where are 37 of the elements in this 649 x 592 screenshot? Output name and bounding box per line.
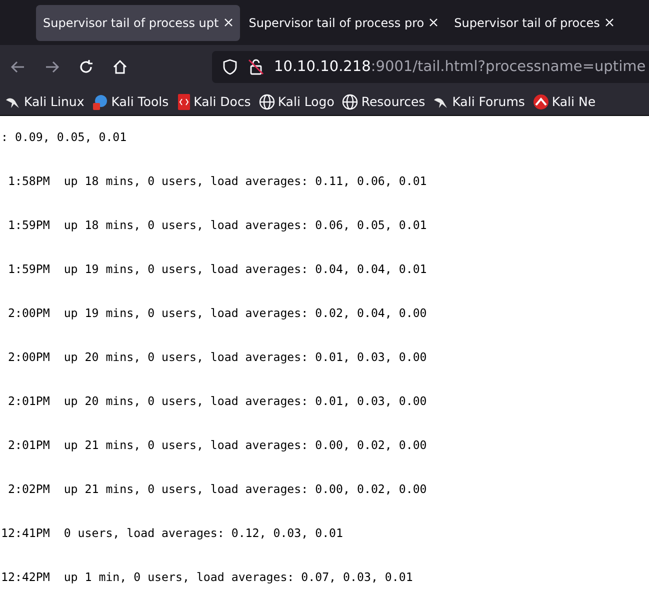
bookmark[interactable]: Resources bbox=[341, 94, 426, 110]
book-icon bbox=[176, 94, 191, 110]
bookmark[interactable]: Kali Docs bbox=[176, 94, 252, 110]
close-icon[interactable] bbox=[604, 18, 614, 27]
forward-arrow-icon[interactable] bbox=[44, 58, 60, 74]
log-line: 1:59PM up 19 mins, 0 users, load averages: 0.04, 0.04, 0.01 bbox=[6, 262, 427, 276]
browser-tab[interactable]: Supervisor tail of process upt bbox=[36, 4, 240, 40]
home-icon[interactable] bbox=[112, 58, 128, 74]
log-line: : 0.09, 0.05, 0.01 bbox=[1, 130, 127, 144]
log-line: 2:01PM up 20 mins, 0 users, load averages: 0.01, 0.03, 0.00 bbox=[6, 394, 427, 408]
log-line: 1:59PM up 18 mins, 0 users, load averages: 0.06, 0.05, 0.01 bbox=[6, 218, 427, 232]
log-line: 2:00PM up 20 mins, 0 users, load averages: 0.01, 0.03, 0.00 bbox=[6, 350, 427, 364]
log-line: 2:00PM up 19 mins, 0 users, load averages: 0.02, 0.04, 0.00 bbox=[6, 306, 427, 320]
shield-icon[interactable] bbox=[222, 58, 238, 74]
reload-icon[interactable] bbox=[78, 58, 94, 74]
log-line: 2:02PM up 21 mins, 0 users, load averages: 0.00, 0.02, 0.00 bbox=[6, 482, 427, 496]
nethunter-icon bbox=[532, 94, 549, 110]
bookmark[interactable]: Kali Tools bbox=[91, 94, 170, 110]
insecure-lock-icon[interactable] bbox=[248, 58, 264, 74]
address-field[interactable]: 10.10.10.218:9001/tail.html?processname=uptime bbox=[212, 50, 649, 82]
close-icon[interactable] bbox=[429, 18, 438, 27]
bookmark[interactable]: Kali Forums bbox=[432, 94, 526, 110]
globe-icon bbox=[258, 94, 275, 110]
log-line: 12:41PM 0 users, load averages: 0.12, 0.03, 0.01 bbox=[1, 526, 344, 540]
bookmark[interactable]: Kali Linux bbox=[4, 94, 86, 110]
url-text: 10.10.10.218:9001/tail.html?processname=uptime bbox=[274, 58, 646, 74]
back-arrow-icon[interactable] bbox=[10, 58, 26, 74]
log-line: 12:42PM up 1 min, 0 users, load averages: 0.07, 0.03, 0.01 bbox=[1, 570, 413, 584]
log-line: 2:01PM up 21 mins, 0 users, load averages: 0.00, 0.02, 0.00 bbox=[6, 438, 427, 452]
log-line: 1:58PM up 18 mins, 0 users, load averages: 0.11, 0.06, 0.01 bbox=[6, 174, 427, 188]
browser-tab[interactable]: Supervisor tail of process pro bbox=[242, 4, 446, 40]
browser-tab[interactable]: Supervisor tail of proces bbox=[447, 4, 621, 40]
bookmark[interactable]: Kali Ne bbox=[532, 94, 597, 110]
tools-icon bbox=[92, 94, 108, 110]
bookmark[interactable]: Kali Logo bbox=[258, 94, 336, 110]
globe-icon bbox=[342, 94, 358, 110]
close-icon[interactable] bbox=[224, 18, 233, 27]
